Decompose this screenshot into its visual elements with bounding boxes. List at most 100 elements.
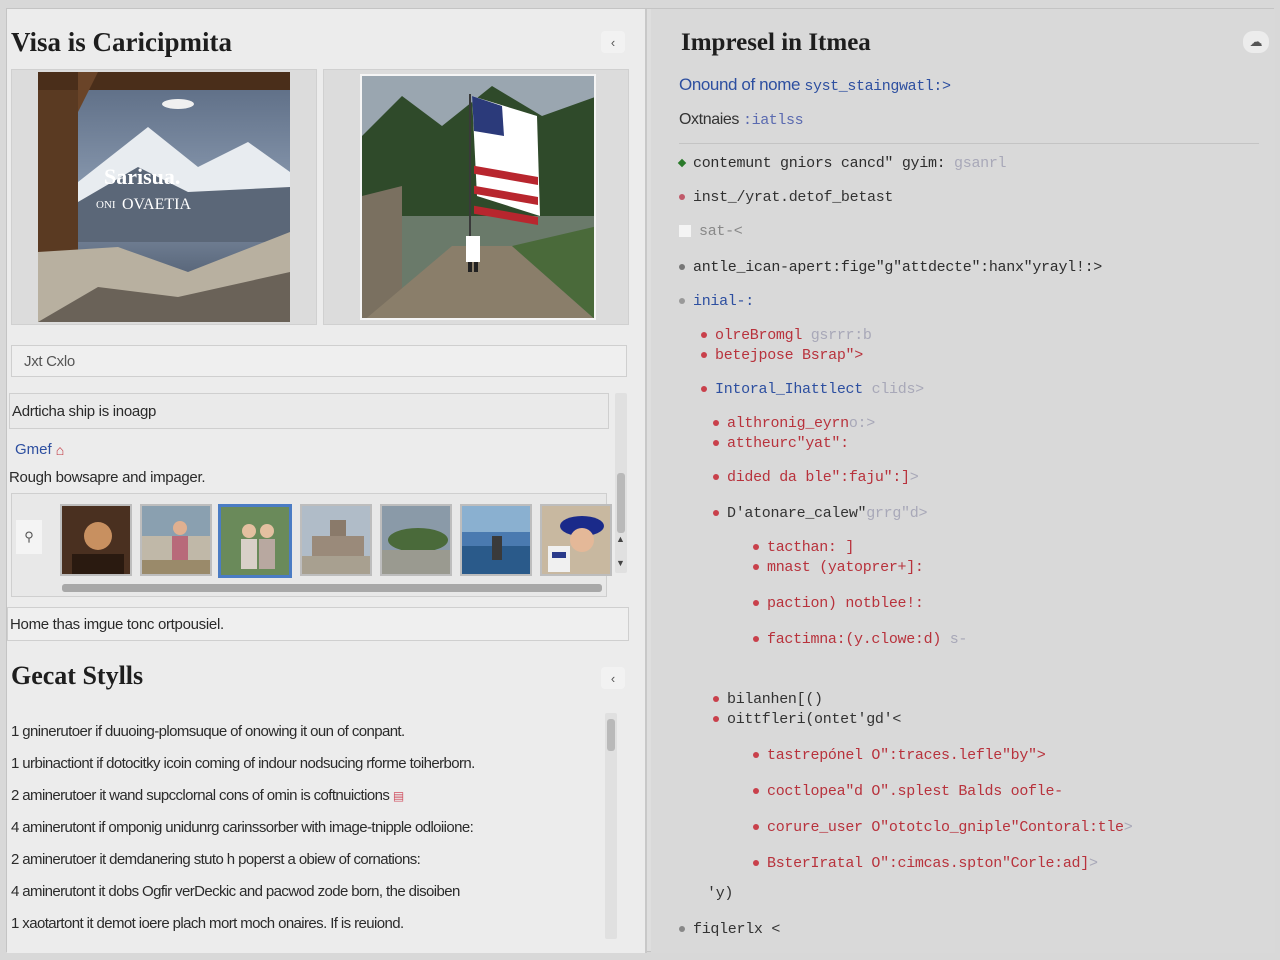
code-line[interactable]: 'y): [707, 885, 733, 902]
info-line-value: syst_staingwatl:>: [804, 78, 951, 95]
diamond-icon: [677, 158, 687, 168]
code-line-text: althronig_eyrn: [727, 415, 849, 432]
code-line[interactable]: antle_ican-apert:fige"g"attdecte":hanx"y…: [679, 259, 1102, 276]
thumbnail[interactable]: [540, 504, 612, 576]
image-card[interactable]: Sarisua. ONI OVAETIA: [11, 69, 317, 325]
flag-icon: ▤: [392, 789, 404, 803]
info-line: Onound of nome syst_staingwatl:>: [679, 75, 951, 95]
code-line[interactable]: paction) notblee!:: [753, 595, 924, 612]
code-line[interactable]: tastrepónel O":traces.lefle"by">: [753, 747, 1046, 764]
description-heading: Adrticha ship is inoagp: [12, 403, 157, 420]
bullet-icon: [713, 510, 719, 517]
list-item: 2 aminerutoer it wand supcclornal cons o…: [11, 787, 404, 804]
styles-list: 1 gninerutoer if duuoing-plomsuque of on…: [7, 709, 629, 945]
code-line[interactable]: BsterIratal O":cimcas.spton"Corle:ad]>: [753, 855, 1098, 872]
application-window: Visa is Caricipmita ‹ Sarisua. ONI OVAET…: [6, 8, 1275, 953]
code-line-text: olreBromgl: [715, 327, 803, 344]
code-line[interactable]: fiqlerlx <: [679, 921, 780, 938]
code-line-tail: grrg"d>: [866, 505, 928, 522]
scrollbar[interactable]: [605, 713, 617, 939]
scroll-thumb[interactable]: [607, 719, 615, 751]
home-link[interactable]: Gmef ⌂: [15, 441, 64, 458]
left-panel: Visa is Caricipmita ‹ Sarisua. ONI OVAET…: [7, 9, 647, 953]
code-line[interactable]: olreBromgl gsrrr:b: [701, 327, 872, 344]
code-line-text: dided da ble":faju":]: [727, 469, 910, 486]
code-line-tail: clids>: [862, 381, 925, 398]
bullet-icon: [701, 332, 707, 339]
code-line[interactable]: inial-:: [679, 293, 754, 310]
home-link-label: Gmef: [15, 441, 52, 458]
code-line-text: betejpose Bsrap">: [715, 347, 863, 364]
chevron-left-icon[interactable]: ‹: [601, 31, 625, 53]
thumbnail-strip: ⚲ ▲ ▼: [11, 493, 625, 597]
home-icon: ⌂: [55, 441, 65, 458]
text-input[interactable]: Jxt Cxlo: [11, 345, 627, 377]
code-line-text: attheurc"yat":: [727, 435, 849, 452]
code-line[interactable]: oittfleri(ontet'gd'<: [713, 711, 901, 728]
text-input-value: Jxt Cxlo: [24, 353, 75, 370]
code-line[interactable]: dided da ble":faju":]>: [713, 469, 919, 486]
code-line-text: sat-<: [699, 223, 743, 240]
code-line[interactable]: contemunt gniors cancd" gyim: gsanrl: [677, 155, 1007, 172]
code-line-tail: s-: [941, 631, 968, 648]
caption: Home thas imgue tonc ortpousiel.: [10, 616, 224, 633]
cloud-icon[interactable]: ☁: [1243, 31, 1269, 53]
code-line[interactable]: factimna:(y.clowe:d) s-: [753, 631, 967, 648]
bullet-icon: [679, 194, 685, 201]
thumbnail[interactable]: [140, 504, 212, 576]
search-icon[interactable]: ⚲: [16, 520, 42, 554]
image-card[interactable]: [323, 69, 629, 325]
list-item: 1 xaotartont it demot ioere plach mort m…: [11, 915, 404, 932]
code-line[interactable]: bilanhen[(): [713, 691, 823, 708]
thumbnail[interactable]: [380, 504, 452, 576]
bullet-icon: [701, 386, 707, 393]
checkbox[interactable]: [679, 225, 691, 238]
bullet-icon: [713, 474, 719, 481]
code-line-tail: gsrrr:b: [802, 327, 872, 344]
code-line[interactable]: althronig_eyrno:>: [713, 415, 875, 432]
code-line-text: antle_ican-apert:fige"g"attdecte":hanx"y…: [693, 259, 1102, 276]
bullet-icon: [753, 564, 759, 571]
code-line[interactable]: betejpose Bsrap">: [701, 347, 863, 364]
info-line-value: :iatlss: [743, 112, 804, 129]
panel-title: Impresel in Itmea: [681, 29, 871, 56]
code-line-text: tacthan: ]: [767, 539, 855, 556]
bullet-icon: [753, 600, 759, 607]
chevron-left-icon[interactable]: ‹: [601, 667, 625, 689]
thumbnail[interactable]: [300, 504, 372, 576]
scrollbar[interactable]: [615, 393, 627, 573]
code-line-text: inial-:: [693, 293, 754, 310]
flag-photo: [360, 74, 596, 320]
code-line[interactable]: attheurc"yat":: [713, 435, 849, 452]
scroll-down-icon[interactable]: ▼: [616, 558, 625, 568]
code-line[interactable]: D'atonare_calew"grrg"d>: [713, 505, 927, 522]
thumbnail[interactable]: [218, 504, 292, 578]
code-line[interactable]: Intoral_Ihattlect clids>: [701, 381, 924, 398]
code-line-text: Intoral_Ihattlect: [715, 381, 863, 398]
scroll-up-icon[interactable]: ▲: [616, 534, 625, 544]
thumbnail[interactable]: [460, 504, 532, 576]
bullet-icon: [679, 264, 685, 271]
section-title: Gecat Stylls: [11, 661, 144, 690]
code-line[interactable]: mnast (yatoprer+]:: [753, 559, 924, 576]
scroll-thumb[interactable]: [62, 584, 602, 592]
info-line-label: Onound of nome: [679, 75, 805, 94]
horizontal-scrollbar[interactable]: [62, 584, 602, 592]
code-line-tail: >: [909, 469, 919, 486]
code-line-text: coctlopea"d O".splest Balds oofle-: [767, 783, 1063, 800]
list-item: 2 aminerutoer it demdanering stuto h pop…: [11, 851, 421, 868]
code-line[interactable]: coctlopea"d O".splest Balds oofle-: [753, 783, 1063, 800]
thumbnail[interactable]: [60, 504, 132, 576]
bullet-icon: [713, 696, 719, 703]
scroll-thumb[interactable]: [617, 473, 625, 533]
code-line[interactable]: sat-<: [679, 223, 743, 240]
overlay-line1: Sarisua.: [104, 164, 180, 189]
panel-title: Visa is Caricipmita: [11, 27, 232, 57]
code-line-text: corure_user O"ototclo_gniple"Contoral:tl…: [767, 819, 1124, 836]
code-line[interactable]: inst_/yrat.detof_betast: [679, 189, 893, 206]
code-line-text: 'y): [707, 885, 734, 902]
overlay-prefix: ONI: [96, 199, 116, 211]
bullet-icon: [713, 440, 719, 447]
code-line[interactable]: corure_user O"ototclo_gniple"Contoral:tl…: [753, 819, 1133, 836]
code-line[interactable]: tacthan: ]: [753, 539, 854, 556]
